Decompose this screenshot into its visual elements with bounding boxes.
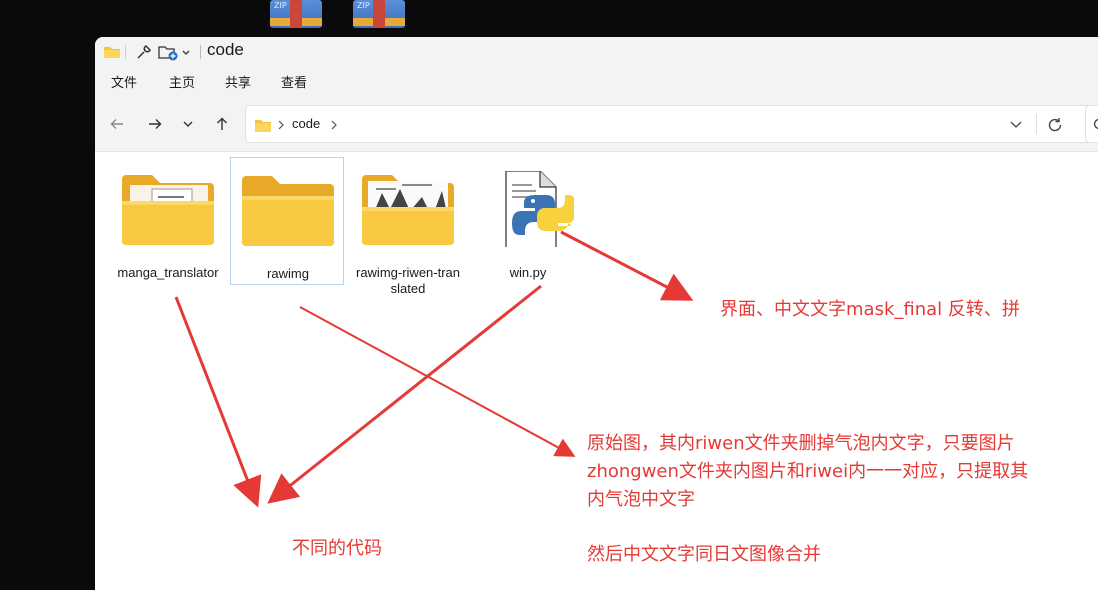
folder-icon — [104, 47, 120, 58]
wrench-icon[interactable] — [135, 43, 153, 61]
file-item-rawimg-riwen-translated[interactable]: rawimg-riwen-translated — [351, 157, 465, 296]
arrow-up-icon — [217, 117, 227, 130]
file-name: rawimg — [267, 266, 309, 281]
chevron-down-icon — [183, 121, 193, 127]
file-item-rawimg[interactable]: rawimg — [230, 157, 344, 285]
file-name: win.py — [509, 265, 547, 280]
file-item-win-py[interactable]: win.py — [471, 157, 585, 285]
search-box[interactable] — [1085, 105, 1098, 143]
file-name: manga_translator — [117, 265, 219, 280]
folder-with-document-icon — [122, 175, 214, 245]
menu-view[interactable]: 查看 — [281, 72, 307, 91]
forward-button[interactable] — [144, 113, 166, 135]
menu-home[interactable]: 主页 — [169, 72, 195, 91]
breadcrumb-code[interactable]: code — [292, 116, 320, 131]
annotation-interface: 界面、中文文字mask_final 反转、拼 — [720, 299, 1020, 320]
navigation-bar: code — [95, 97, 1098, 152]
up-button[interactable] — [211, 113, 233, 135]
desktop-zip-icon-2[interactable]: ZIP — [353, 0, 405, 28]
zip-label: ZIP — [274, 1, 287, 10]
chevron-right-icon — [278, 120, 284, 130]
menu-bar: 文件 主页 共享 查看 — [95, 67, 1098, 97]
folder-icon — [242, 176, 334, 246]
annotation-original-line-3: 内气泡中文字 — [587, 489, 695, 510]
new-folder-icon[interactable] — [158, 43, 178, 61]
menu-file[interactable]: 文件 — [111, 72, 137, 91]
file-name: rawimg-riwen-translated — [355, 265, 461, 296]
arrow-left-icon — [110, 119, 123, 129]
address-separator — [1036, 114, 1037, 134]
chevron-down-icon[interactable] — [1008, 118, 1024, 132]
annotation-original-line-1: 原始图，其内riwen文件夹删掉气泡内文字，只要图片 — [587, 433, 1015, 454]
arrow-right-icon — [149, 119, 162, 129]
folder-icon — [255, 120, 271, 132]
annotation-original-line-2: zhongwen文件夹内图片和riwei内一一对应，只提取其 — [587, 461, 1029, 482]
chevron-right-icon[interactable] — [330, 119, 338, 131]
window-title: code — [207, 40, 244, 59]
back-button[interactable] — [106, 113, 128, 135]
title-bar: code — [95, 37, 1098, 67]
menu-share[interactable]: 共享 — [225, 72, 251, 91]
search-icon — [1093, 118, 1098, 130]
annotation-merge: 然后中文文字同日文图像合并 — [587, 544, 821, 565]
annotation-different-code: 不同的代码 — [292, 538, 382, 559]
file-item-manga-translator[interactable]: manga_translator — [111, 157, 225, 285]
address-bar[interactable]: code — [245, 105, 1093, 143]
python-file-icon — [505, 171, 574, 247]
title-separator — [125, 45, 126, 59]
folder-with-images-icon — [362, 175, 454, 245]
title-separator — [200, 45, 201, 59]
refresh-icon[interactable] — [1046, 116, 1064, 134]
chevron-down-icon[interactable] — [181, 43, 191, 61]
recent-locations-button[interactable] — [177, 113, 199, 135]
zip-label: ZIP — [357, 1, 370, 10]
desktop-zip-icon-1[interactable]: ZIP — [270, 0, 322, 28]
file-list: manga_translator rawimg rawimg-riwen-tra… — [95, 152, 1098, 590]
